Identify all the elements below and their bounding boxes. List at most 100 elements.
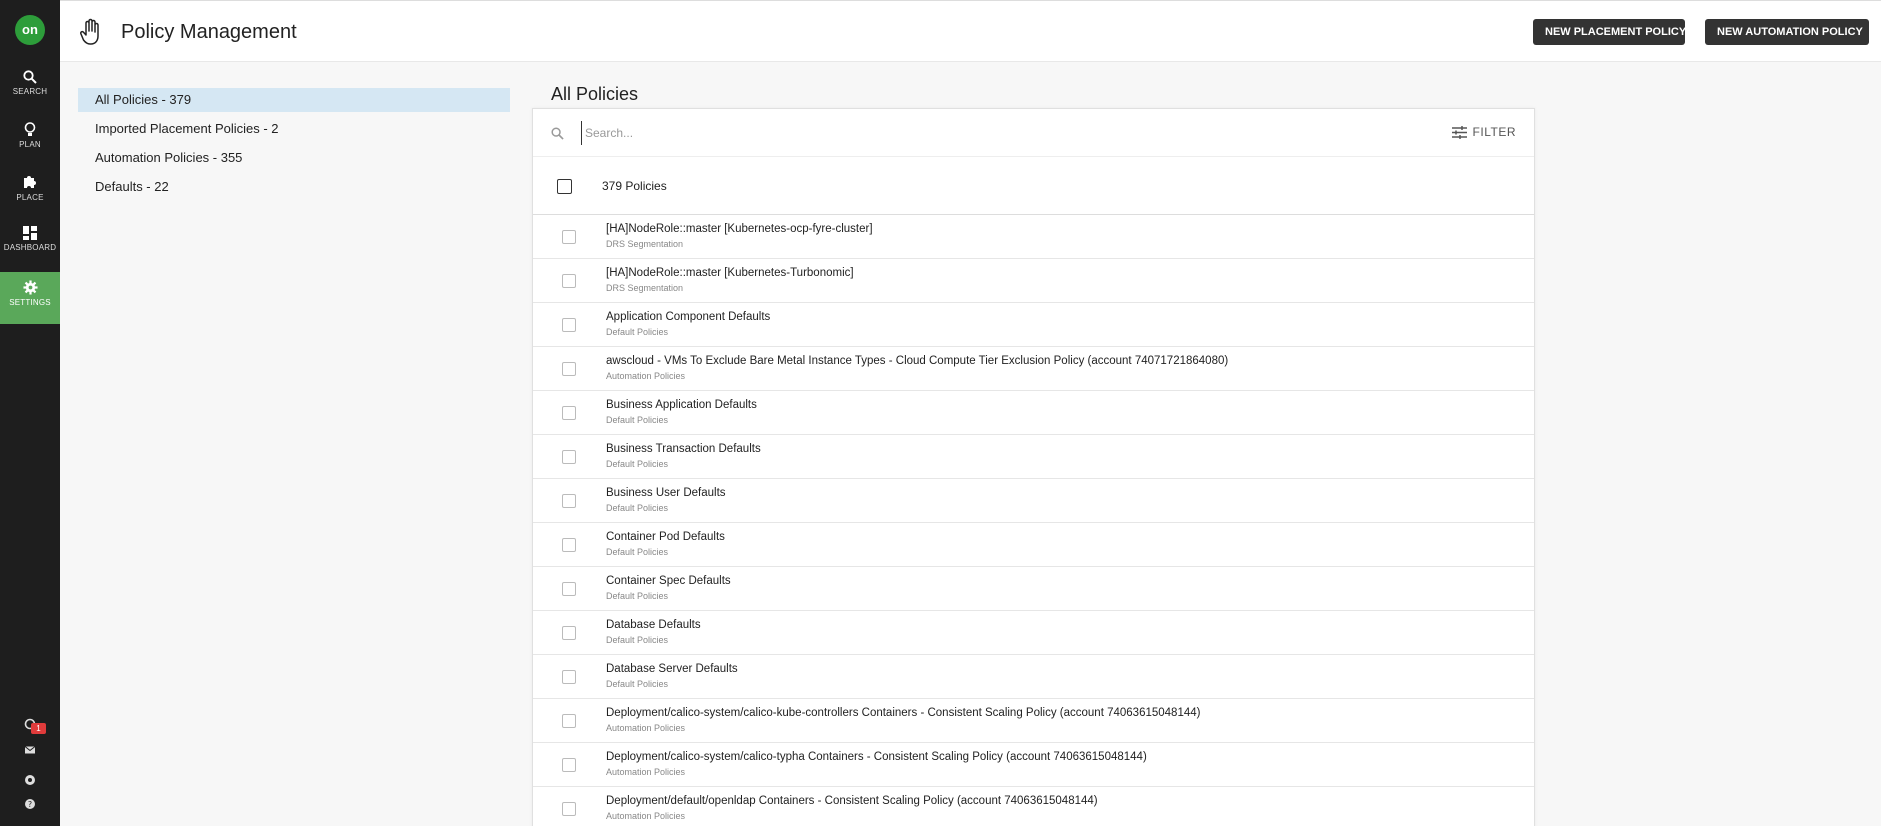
puzzle-icon (24, 176, 36, 188)
policy-name: Container Spec Defaults (606, 575, 731, 587)
nav-item-dashboard[interactable]: DASHBOARD (0, 218, 60, 270)
policy-name: Business User Defaults (606, 487, 726, 499)
nav-label-place: PLACE (16, 193, 44, 202)
logo[interactable]: on (15, 15, 45, 45)
policy-type: DRS Segmentation (606, 283, 684, 293)
policy-name: Business Transaction Defaults (606, 443, 761, 455)
row-checkbox[interactable] (562, 538, 576, 552)
row-checkbox[interactable] (562, 318, 576, 332)
policy-type: Default Policies (606, 327, 669, 337)
table-row[interactable]: Deployment/calico-system/calico-kube-con… (533, 699, 1534, 743)
row-checkbox[interactable] (562, 758, 576, 772)
policy-name: awscloud - VMs To Exclude Bare Metal Ins… (606, 355, 1229, 367)
new-automation-policy-button[interactable]: NEW AUTOMATION POLICY (1705, 19, 1869, 45)
policy-type: Default Policies (606, 503, 669, 513)
category-all-policies[interactable]: All Policies - 379 (78, 88, 510, 112)
policy-name: Business Application Defaults (606, 399, 757, 411)
policy-type: DRS Segmentation (606, 239, 684, 249)
table-header: 379 Policies (533, 157, 1534, 215)
row-checkbox[interactable] (562, 714, 576, 728)
table-row[interactable]: Container Spec Defaults Default Policies (533, 567, 1534, 611)
nav-label-dashboard: DASHBOARD (3, 243, 57, 252)
policy-name: [HA]NodeRole::master [Kubernetes-Turbono… (606, 267, 854, 279)
search-icon (551, 127, 564, 140)
category-automation-policies[interactable]: Automation Policies - 355 (78, 146, 510, 170)
policy-type: Default Policies (606, 679, 669, 689)
policy-name: Deployment/default/openldap Containers -… (606, 795, 1098, 807)
dashboard-icon (23, 226, 37, 240)
nav-item-settings[interactable]: SETTINGS (0, 272, 60, 324)
page-title: Policy Management (121, 21, 297, 43)
policy-name: Deployment/calico-system/calico-kube-con… (606, 707, 1201, 719)
row-checkbox[interactable] (562, 406, 576, 420)
search-icon (23, 70, 37, 84)
category-defaults[interactable]: Defaults - 22 (78, 175, 510, 199)
policy-name: Database Server Defaults (606, 663, 738, 675)
nav-label-settings: SETTINGS (9, 298, 51, 307)
row-checkbox[interactable] (562, 494, 576, 508)
policy-list: [HA]NodeRole::master [Kubernetes-ocp-fyr… (533, 215, 1534, 826)
row-checkbox[interactable] (562, 450, 576, 464)
filter-label: FILTER (1472, 125, 1516, 139)
table-row[interactable]: Database Defaults Default Policies (533, 611, 1534, 655)
table-row[interactable]: [HA]NodeRole::master [Kubernetes-Turbono… (533, 259, 1534, 303)
header: Policy Management NEW PLACEMENT POLICY N… (60, 0, 1881, 62)
policy-name: [HA]NodeRole::master [Kubernetes-ocp-fyr… (606, 223, 873, 235)
policy-name: Application Component Defaults (606, 311, 771, 323)
nav-item-plan[interactable]: PLAN (0, 114, 60, 166)
row-checkbox[interactable] (562, 274, 576, 288)
policy-count: 379 Policies (602, 179, 667, 193)
user-icon[interactable] (24, 774, 36, 786)
policy-type: Default Policies (606, 459, 669, 469)
sliders-icon (1451, 125, 1467, 139)
table-row[interactable]: Database Server Defaults Default Policies (533, 655, 1534, 699)
category-imported-placement-policies[interactable]: Imported Placement Policies - 2 (78, 117, 510, 141)
policy-type: Default Policies (606, 415, 669, 425)
policy-type: Automation Policies (606, 767, 686, 777)
filter-button[interactable]: FILTER (1451, 125, 1516, 139)
policy-name: Container Pod Defaults (606, 531, 725, 543)
row-checkbox[interactable] (562, 670, 576, 684)
table-row[interactable]: Container Pod Defaults Default Policies (533, 523, 1534, 567)
policy-type: Default Policies (606, 591, 669, 601)
row-checkbox[interactable] (562, 802, 576, 816)
policy-name: Database Defaults (606, 619, 701, 631)
policy-type: Default Policies (606, 547, 669, 557)
nav-label-plan: PLAN (19, 140, 41, 149)
table-row[interactable]: Business Transaction Defaults Default Pol… (533, 435, 1534, 479)
policy-name: Deployment/calico-system/calico-typha Co… (606, 751, 1147, 763)
new-placement-policy-button[interactable]: NEW PLACEMENT POLICY (1533, 19, 1686, 45)
lightbulb-icon (24, 122, 36, 136)
row-checkbox[interactable] (562, 362, 576, 376)
gear-icon (22, 280, 38, 295)
row-checkbox[interactable] (562, 230, 576, 244)
table-row[interactable]: Deployment/calico-system/calico-typha Co… (533, 743, 1534, 787)
search-bar: FILTER (533, 109, 1534, 157)
table-row[interactable]: Application Component Defaults Default Po… (533, 303, 1534, 347)
nav-item-place[interactable]: PLACE (0, 166, 60, 218)
select-all-checkbox[interactable] (557, 179, 572, 194)
notification-badge: 1 (31, 723, 46, 734)
table-row[interactable]: Business Application Defaults Default Pol… (533, 391, 1534, 435)
policies-panel: FILTER 379 Policies [HA]NodeRole::master… (532, 108, 1535, 826)
nav-label-search: SEARCH (12, 87, 48, 96)
svg-text:?: ? (28, 800, 32, 809)
nav-item-search[interactable]: SEARCH (0, 62, 60, 114)
row-checkbox[interactable] (562, 626, 576, 640)
table-row[interactable]: Business User Defaults Default Policies (533, 479, 1534, 523)
help-icon[interactable]: ? (24, 798, 36, 810)
policy-type: Automation Policies (606, 371, 686, 381)
policy-category-list: All Policies - 379 Imported Placement Po… (78, 88, 510, 204)
table-row[interactable]: Deployment/default/openldap Containers -… (533, 787, 1534, 826)
policy-type: Default Policies (606, 635, 669, 645)
left-nav: on SEARCH PLAN PLACE DASHBOARD SETTINGS … (0, 0, 60, 826)
row-checkbox[interactable] (562, 582, 576, 596)
policy-type: Automation Policies (606, 811, 686, 821)
policy-type: Automation Policies (606, 723, 686, 733)
section-title: All Policies (551, 84, 639, 104)
table-row[interactable]: awscloud - VMs To Exclude Bare Metal Ins… (533, 347, 1534, 391)
hand-icon (80, 18, 99, 45)
mail-icon[interactable] (24, 744, 36, 756)
table-row[interactable]: [HA]NodeRole::master [Kubernetes-ocp-fyr… (533, 215, 1534, 259)
search-input[interactable] (581, 121, 1181, 145)
